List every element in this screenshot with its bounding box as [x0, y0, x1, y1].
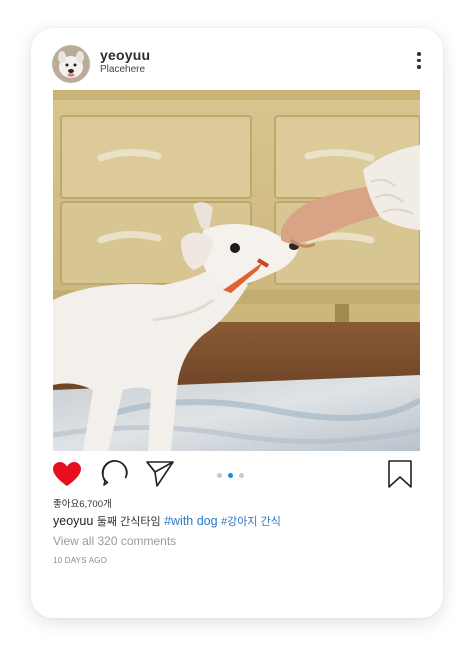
- paper-plane-icon[interactable]: [145, 460, 175, 493]
- post-photo[interactable]: [53, 90, 420, 451]
- carousel-dot[interactable]: [239, 473, 244, 478]
- bookmark-icon[interactable]: [387, 459, 413, 494]
- likes-count[interactable]: 좋아요6,700개: [53, 496, 112, 510]
- hashtag-dog-treat[interactable]: #강아지 간식: [221, 516, 281, 528]
- hashtag-with-dog[interactable]: #with dog: [164, 514, 218, 528]
- action-bar: [31, 456, 443, 494]
- username[interactable]: yeoyuu: [100, 48, 150, 63]
- caption-text: 둘째 간식타임: [96, 516, 161, 528]
- carousel-indicator: [217, 473, 250, 479]
- heart-icon[interactable]: [52, 461, 82, 492]
- carousel-dot-active[interactable]: [228, 473, 233, 478]
- view-comments-link[interactable]: View all 320 comments: [53, 534, 176, 548]
- post-header: yeoyuu Placehere: [31, 28, 443, 90]
- avatar[interactable]: [52, 45, 90, 83]
- comment-bubble-icon[interactable]: [101, 459, 129, 492]
- more-options-icon[interactable]: [413, 52, 425, 74]
- caption-username[interactable]: yeoyuu: [53, 514, 93, 528]
- carousel-dot[interactable]: [217, 473, 222, 478]
- caption: yeoyuu 둘째 간식타임 #with dog #강아지 간식: [53, 513, 281, 529]
- location[interactable]: Placehere: [100, 64, 150, 76]
- post-card: yeoyuu Placehere 좋아요6,700개 yeoyuu 둘째 간식타…: [31, 28, 443, 618]
- user-block: yeoyuu Placehere: [100, 48, 150, 76]
- post-timestamp: 10 DAYS AGO: [53, 556, 108, 565]
